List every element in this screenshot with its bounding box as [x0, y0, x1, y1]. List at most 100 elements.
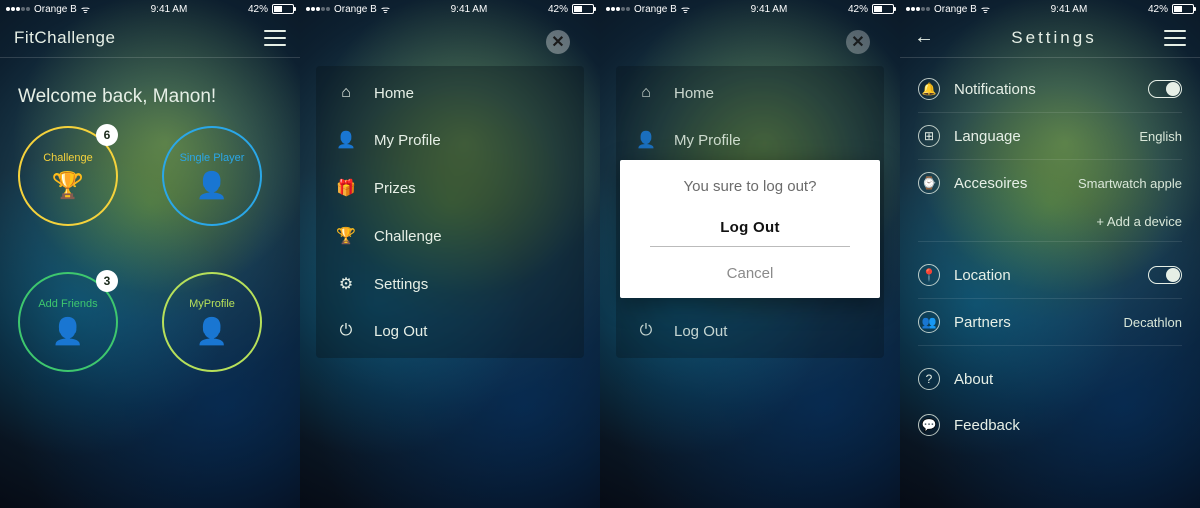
app-title: FitChallenge [14, 28, 264, 48]
menu-item-prizes[interactable]: 🎁 Prizes [316, 164, 584, 212]
partners-value: Decathlon [1123, 315, 1182, 330]
carrier-label: Orange B [334, 4, 377, 15]
menu-label: Log Out [374, 323, 427, 340]
my-profile-label: MyProfile [189, 298, 235, 310]
partners-label: Partners [954, 314, 1109, 331]
status-right: 42% [248, 4, 294, 15]
settings-header: ← Settings [900, 18, 1200, 58]
my-profile-circle[interactable]: MyProfile 👤 [162, 272, 262, 372]
status-bar: Orange B ᯤ 9:41 AM 42% [0, 0, 300, 18]
language-label: Language [954, 128, 1125, 145]
menu-item-logout[interactable]: ⏻ Log Out [316, 308, 584, 354]
accessories-label: Accesoires [954, 175, 1064, 192]
carrier-label: Orange B [934, 4, 977, 15]
menu-label: Prizes [374, 180, 416, 197]
signal-dots-icon [306, 7, 330, 11]
menu-item-home[interactable]: ⌂ Home [316, 70, 584, 116]
row-location[interactable]: 📍 Location [918, 252, 1182, 299]
status-time: 9:41 AM [451, 4, 488, 15]
settings-list: 🔔 Notifications ⊞ Language English ⌚ Acc… [900, 58, 1200, 456]
battery-pct: 42% [1148, 4, 1168, 15]
home-icon: ⌂ [336, 84, 356, 102]
notifications-label: Notifications [954, 81, 1134, 98]
row-about[interactable]: ? About [918, 356, 1182, 402]
logout-question: You sure to log out? [634, 178, 866, 195]
partners-icon: 👥 [918, 311, 940, 333]
menu-label: Challenge [374, 228, 442, 245]
menu-item-challenge[interactable]: 🏆 Challenge [316, 212, 584, 260]
add-friends-circle[interactable]: Add Friends 👤 3 [18, 272, 118, 372]
row-partners[interactable]: 👥 Partners Decathlon [918, 299, 1182, 346]
challenge-circle[interactable]: Challenge 🏆 6 [18, 126, 118, 226]
back-button[interactable]: ← [914, 26, 944, 49]
battery-icon [272, 4, 294, 14]
screen-settings: Orange B ᯤ 9:41 AM 42% ← Settings 🔔 Noti… [900, 0, 1200, 508]
menu-label: Home [374, 85, 414, 102]
status-time: 9:41 AM [151, 4, 188, 15]
pin-icon: 📍 [918, 264, 940, 286]
trophy-icon: 🏆 [52, 170, 84, 201]
person-star-icon: 👤 [196, 316, 228, 347]
menu-item-profile[interactable]: 👤 My Profile [316, 116, 584, 164]
modal-divider [650, 246, 850, 247]
trophy-icon: 🏆 [336, 226, 356, 246]
signal-dots-icon [906, 7, 930, 11]
signal-dots-icon [6, 7, 30, 11]
location-toggle[interactable] [1148, 266, 1182, 284]
screen-menu: Orange B ᯤ 9:41 AM 42% ✕ ⌂ Home 👤 My Pro… [300, 0, 600, 508]
about-label: About [954, 371, 1182, 388]
battery-pct: 42% [248, 4, 268, 15]
screen-home: Orange B ᯤ 9:41 AM 42% FitChallenge Welc… [0, 0, 300, 508]
screen-logout-confirm: Orange B ᯤ 9:41 AM 42% ✕ ⌂ Home 👤 My Pro… [600, 0, 900, 508]
row-notifications[interactable]: 🔔 Notifications [918, 66, 1182, 113]
menu-label: My Profile [374, 132, 441, 149]
person-icon: 👤 [336, 130, 356, 150]
wifi-icon: ᯤ [81, 2, 90, 16]
add-person-icon: 👤 [52, 316, 84, 347]
add-device-button[interactable]: + Add a device [918, 208, 1182, 229]
notifications-toggle[interactable] [1148, 80, 1182, 98]
chat-icon: 💬 [918, 414, 940, 436]
row-language[interactable]: ⊞ Language English [918, 113, 1182, 160]
row-accessories[interactable]: ⌚ Accesoires Smartwatch apple + Add a de… [918, 160, 1182, 242]
person-icon: 👤 [196, 170, 228, 201]
wifi-icon: ᯤ [981, 2, 990, 16]
challenge-badge: 6 [96, 124, 118, 146]
power-icon: ⏻ [336, 322, 356, 340]
app-header: FitChallenge [0, 18, 300, 58]
status-bar: Orange B ᯤ 9:41 AM 42% [900, 0, 1200, 18]
language-value: English [1139, 129, 1182, 144]
menu-item-settings[interactable]: ⚙ Settings [316, 260, 584, 308]
side-menu: ✕ ⌂ Home 👤 My Profile 🎁 Prizes 🏆 Challen… [316, 66, 584, 358]
menu-button[interactable] [264, 30, 286, 46]
status-bar: Orange B ᯤ 9:41 AM 42% [300, 0, 600, 18]
question-icon: ? [918, 368, 940, 390]
close-menu-button[interactable]: ✕ [546, 30, 570, 54]
settings-title: Settings [944, 28, 1164, 48]
single-player-circle[interactable]: Single Player 👤 [162, 126, 262, 226]
status-time: 9:41 AM [1051, 4, 1088, 15]
menu-button[interactable] [1164, 30, 1186, 46]
add-friends-badge: 3 [96, 270, 118, 292]
menu-label: Settings [374, 276, 428, 293]
accessories-value: Smartwatch apple [1078, 176, 1182, 191]
battery-icon [572, 4, 594, 14]
gift-icon: 🎁 [336, 178, 356, 198]
location-label: Location [954, 267, 1134, 284]
home-grid: Challenge 🏆 6 Single Player 👤 Add Friend… [0, 116, 300, 382]
row-feedback[interactable]: 💬 Feedback [918, 402, 1182, 448]
logout-modal: You sure to log out? Log Out Cancel [620, 160, 880, 298]
bell-icon: 🔔 [918, 78, 940, 100]
logout-confirm-button[interactable]: Log Out [634, 219, 866, 246]
battery-pct: 42% [548, 4, 568, 15]
carrier-label: Orange B [34, 4, 77, 15]
add-friends-label: Add Friends [38, 298, 97, 310]
challenge-label: Challenge [43, 152, 93, 164]
status-left: Orange B ᯤ [6, 2, 90, 16]
watch-icon: ⌚ [918, 172, 940, 194]
logout-cancel-button[interactable]: Cancel [634, 265, 866, 286]
feedback-label: Feedback [954, 417, 1182, 434]
welcome-text: Welcome back, Manon! [0, 58, 300, 116]
battery-icon [1172, 4, 1194, 14]
globe-icon: ⊞ [918, 125, 940, 147]
